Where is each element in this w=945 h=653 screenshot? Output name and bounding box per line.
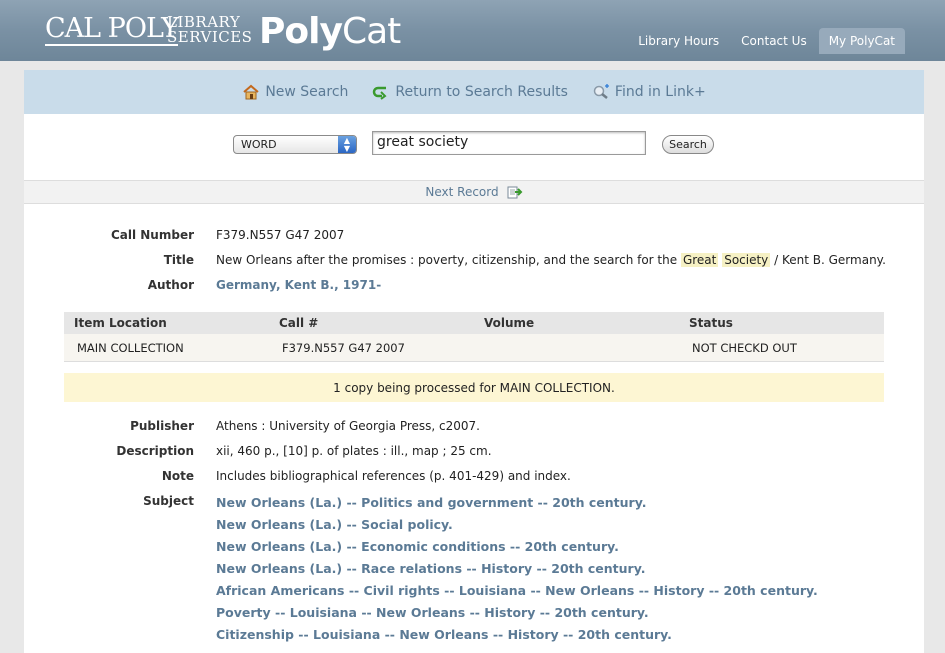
cell-call-number: F379.N557 G47 2007 xyxy=(282,340,405,355)
description-field: Description xii, 460 p., [10] p. of plat… xyxy=(24,444,884,464)
holdings-table: Item Location Call # Volume Status MAIN … xyxy=(64,312,884,362)
table-row: MAIN COLLECTION F379.N557 G47 2007 NOT C… xyxy=(64,334,884,362)
note-field: Note Includes bibliographical references… xyxy=(24,469,884,489)
polycat-logo[interactable]: PolyCat xyxy=(259,10,401,54)
new-search-label: New Search xyxy=(265,84,349,100)
title-author-statement: / Kent B. Germany. xyxy=(774,253,886,267)
call-number-value: F379.N557 G47 2007 xyxy=(216,228,345,242)
home-icon xyxy=(242,84,260,100)
polycat-logo-poly: Poly xyxy=(259,11,343,52)
magnifier-icon xyxy=(592,84,610,100)
return-results-label: Return to Search Results xyxy=(395,84,568,100)
action-bar: New Search Return to Search Results Find… xyxy=(24,70,924,114)
nav-my-polycat[interactable]: My PolyCat xyxy=(818,28,905,54)
next-record-icon[interactable] xyxy=(507,185,523,199)
note-value: Includes bibliographical references (p. … xyxy=(216,469,571,483)
nav-contact-us[interactable]: Contact Us xyxy=(731,28,817,54)
calpoly-logo-text: CAL POLY xyxy=(45,13,179,44)
call-number-label: Call Number xyxy=(110,228,194,242)
publisher-label: Publisher xyxy=(130,419,194,433)
publisher-value: Athens : University of Georgia Press, c2… xyxy=(216,419,480,433)
subject-link[interactable]: New Orleans (La.) -- Economic conditions… xyxy=(216,539,818,561)
search-input[interactable]: great society xyxy=(372,131,646,155)
title-highlight-great: Great xyxy=(680,253,719,267)
note-label: Note xyxy=(161,469,194,483)
polycat-logo-cat: Cat xyxy=(341,11,401,52)
search-type-value: WORD xyxy=(241,138,277,151)
return-arrow-icon xyxy=(372,84,390,100)
top-navigation: Library Hours Contact Us My PolyCat xyxy=(626,28,905,54)
holdings-header: Item Location Call # Volume Status xyxy=(64,312,884,334)
find-linkplus-label: Find in Link+ xyxy=(614,84,706,100)
title-label: Title xyxy=(163,253,194,267)
search-button[interactable]: Search xyxy=(662,135,714,154)
calpoly-logo[interactable]: CAL POLY xyxy=(45,13,179,46)
author-link[interactable]: Germany, Kent B., 1971- xyxy=(216,278,381,292)
publisher-field: Publisher Athens : University of Georgia… xyxy=(24,419,884,439)
col-status: Status xyxy=(689,316,733,330)
next-record-link[interactable]: Next Record xyxy=(425,185,498,199)
processing-notice: 1 copy being processed for MAIN COLLECTI… xyxy=(64,373,884,402)
library-logo-line2: SERVICES xyxy=(167,28,253,46)
next-record-bar: Next Record xyxy=(24,180,924,204)
new-search-link[interactable]: New Search xyxy=(242,84,348,100)
main-content: New Search Return to Search Results Find… xyxy=(24,70,924,653)
subject-link[interactable]: African Americans -- Civil rights -- Lou… xyxy=(216,583,818,605)
title-text: New Orleans after the promises : poverty… xyxy=(216,253,678,267)
cell-volume xyxy=(474,334,679,361)
subject-list: New Orleans (La.) -- Politics and govern… xyxy=(216,495,818,649)
search-type-select[interactable]: WORD ▲ ▼ xyxy=(233,135,357,154)
subject-link[interactable]: New Orleans (La.) -- Race relations -- H… xyxy=(216,561,818,583)
cell-location: MAIN COLLECTION xyxy=(77,340,184,355)
title-highlight-society: Society xyxy=(722,253,771,267)
description-label: Description xyxy=(116,444,194,458)
cell-status: NOT CHECKD OUT xyxy=(692,340,797,355)
subject-link[interactable]: Poverty -- Louisiana -- New Orleans -- H… xyxy=(216,605,818,627)
title-field: Title New Orleans after the promises : p… xyxy=(24,253,886,273)
subject-link[interactable]: Citizenship -- Louisiana -- New Orleans … xyxy=(216,627,818,649)
library-services-logo[interactable]: LIBRARY SERVICES xyxy=(167,15,252,45)
subject-link[interactable]: New Orleans (La.) -- Social policy. xyxy=(216,517,818,539)
subject-link[interactable]: New Orleans (La.) -- Politics and govern… xyxy=(216,495,818,517)
col-volume: Volume xyxy=(484,316,535,330)
nav-library-hours[interactable]: Library Hours xyxy=(628,28,729,54)
return-results-link[interactable]: Return to Search Results xyxy=(372,84,568,100)
author-label: Author xyxy=(147,278,194,292)
author-field: Author Germany, Kent B., 1971- xyxy=(24,278,884,298)
search-row: WORD ▲ ▼ great society Search xyxy=(24,114,924,180)
select-arrows-icon: ▲ ▼ xyxy=(338,136,356,153)
title-value: New Orleans after the promises : poverty… xyxy=(216,253,886,267)
description-value: xii, 460 p., [10] p. of plates : ill., m… xyxy=(216,444,492,458)
col-item-location: Item Location xyxy=(74,316,167,330)
subject-label: Subject xyxy=(143,494,194,508)
col-call-number: Call # xyxy=(279,316,319,330)
site-header: CAL POLY LIBRARY SERVICES PolyCat Librar… xyxy=(0,0,945,61)
call-number-field: Call Number F379.N557 G47 2007 xyxy=(24,228,884,248)
find-linkplus-link[interactable]: Find in Link+ xyxy=(592,84,706,100)
